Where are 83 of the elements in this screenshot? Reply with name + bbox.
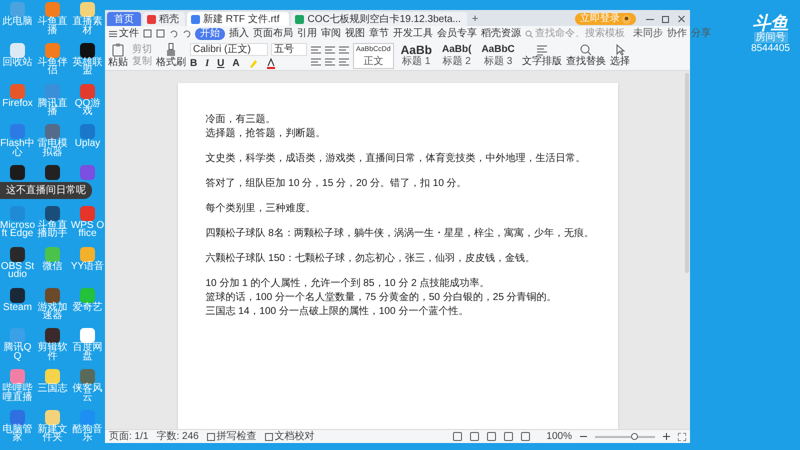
menu-tab[interactable]: 页面布局 [253,28,293,40]
app-label[interactable]: 三国志 [35,385,70,394]
menu-tab[interactable]: 插入 [229,28,249,40]
app-label[interactable]: QQ游戏 [70,100,105,117]
app-label[interactable]: WPS Office [70,222,105,239]
proofread-button[interactable]: 文档校对 [264,429,315,444]
document-text: 四颗松子球队 8名：两颗松子球，躺牛侠，涡涡一生・星星，梓尘，寓寓，少年，无痕。 [206,227,590,241]
ribbon-tool-button[interactable]: 查找替换 [566,44,606,67]
document-text: 10 分加 1 的个人属性，允许一个到 85，10 分 2 点技能成功率。 [206,277,490,291]
document-text: 选择题，抢答题，判断题。 [206,127,326,141]
login-button[interactable]: 立即登录 [575,13,636,25]
format-button[interactable]: B [190,58,198,68]
cut-button[interactable]: 剪切 [132,44,152,56]
app-label[interactable]: 游戏加速器 [35,304,70,321]
app-label[interactable]: 电脑管家 [0,426,35,443]
page-count: 页面: 1/1 [109,430,148,444]
style-preset[interactable]: AaBbC 标题 3 [478,42,518,68]
toolbar-action[interactable]: 协作 [667,26,687,41]
menu-tab[interactable]: 视图 [345,28,365,40]
format-painter-button[interactable]: 格式刷 [156,43,186,68]
document-text: 六颗松子球队 150：七颗松子球，勿忘初心，张三，仙羽，皮皮钱，金钱。 [206,252,536,266]
toolbar-action[interactable]: 分享 [691,26,711,41]
app-label[interactable]: 此电脑 [0,18,35,26]
app-label[interactable]: 雷电模拟器 [35,140,70,158]
app-label[interactable]: YY语音 [70,262,105,272]
new-tab-button[interactable]: + [468,12,482,26]
menu-tab[interactable]: 开发工具 [393,28,433,40]
app-label[interactable]: 斗鱼直播 [35,18,70,35]
chat-notification: 这不直播间日常呢 [0,182,92,199]
spell-check-button[interactable]: 拼写检查 [206,429,257,444]
app-label[interactable]: 微信 [35,262,70,272]
toolbar-action[interactable]: 未同步 [633,26,663,41]
zoom-percent[interactable]: 100% [546,429,572,444]
app-label[interactable]: 斗鱼直播助手 [35,222,70,239]
tab[interactable]: COC七板规则空白卡19.12.3beta... [291,12,467,26]
app-label[interactable]: 腾讯直播 [35,100,70,117]
document-text: 答对了，组队臣加 10 分，15 分，20 分。错了，扣 10 分。 [206,177,468,191]
font-dropdown[interactable]: Calibri (正文) [190,42,268,56]
document-text: 冷面，有三题。 [206,113,276,127]
app-label[interactable]: Microsoft Edge [0,222,35,239]
tab[interactable]: 首页 [107,12,141,26]
app-label[interactable]: 侠客风云 [70,385,105,402]
ribbon-tool-button[interactable]: 选择 [610,44,630,67]
menu-tab[interactable]: 会员专享 [437,28,477,40]
menu-tab[interactable]: 开始 [195,28,225,40]
app-label[interactable]: Uplay [70,140,105,149]
menu-tab[interactable]: 审阅 [321,28,341,40]
app-label[interactable]: 斗鱼伴侣 [35,58,70,76]
font-size-dropdown[interactable]: 五号 [271,42,307,56]
app-label[interactable]: 英雄联盟 [70,58,105,76]
menu-tab[interactable]: 稻壳资源 [481,28,521,40]
file-menu[interactable]: 文件 [109,26,139,41]
copy-button[interactable]: 复制 [132,56,152,68]
app-label[interactable]: Firefox [0,100,35,108]
app-label[interactable]: Steam [0,304,35,312]
stream-logo: 斗鱼 房间号 8544405 [751,14,790,54]
app-label[interactable]: 新建文件夹 [35,426,70,443]
search-field[interactable]: 查找命令、搜索模板 [525,26,625,41]
app-label[interactable]: 哔哩哔哩直播 [0,385,35,402]
format-button[interactable]: I [205,58,210,68]
word-count: 字数: 246 [156,430,199,444]
app-label[interactable]: 回收站 [0,58,35,68]
app-label[interactable]: 剪辑软件 [35,344,70,362]
app-label[interactable]: 酷狗音乐 [70,426,105,443]
app-label[interactable]: 爱奇艺 [70,304,105,312]
style-preset[interactable]: AaBb( 标题 2 [438,42,474,68]
app-label[interactable]: 直播素材 [70,18,105,35]
app-label[interactable]: 腾讯QQ [0,344,35,362]
paste-button[interactable]: 粘贴 [108,43,128,68]
tab[interactable]: 新建 RTF 文件.rtf [187,12,290,26]
format-button[interactable]: U [217,58,224,68]
app-label[interactable]: OBS Studio [0,262,35,280]
document-text: 篮球的话，100 分一个名人堂数量，75 分黄金的，50 分白银的，25 分青铜的。 [206,291,558,305]
document-text: 三国志 14，100 分一点破上限的属性，100 分一个蓝个性。 [206,305,470,319]
style-preset[interactable]: AaBb 标题 1 [398,42,435,68]
document-text: 文史类，科学类，成语类，游戏类，直播间日常，体育竞技类，中外地理，生活日常。 [206,152,586,166]
ribbon-tool-button[interactable]: 文字排版 [522,44,562,67]
document-text: 每个类别里，三种难度。 [206,202,316,216]
app-label[interactable]: Flash中心 [0,140,35,158]
format-button[interactable]: A [232,58,240,68]
menu-tab[interactable]: 引用 [297,28,317,40]
tab[interactable]: 稻壳 [143,12,185,26]
menu-tab[interactable]: 章节 [369,28,389,40]
